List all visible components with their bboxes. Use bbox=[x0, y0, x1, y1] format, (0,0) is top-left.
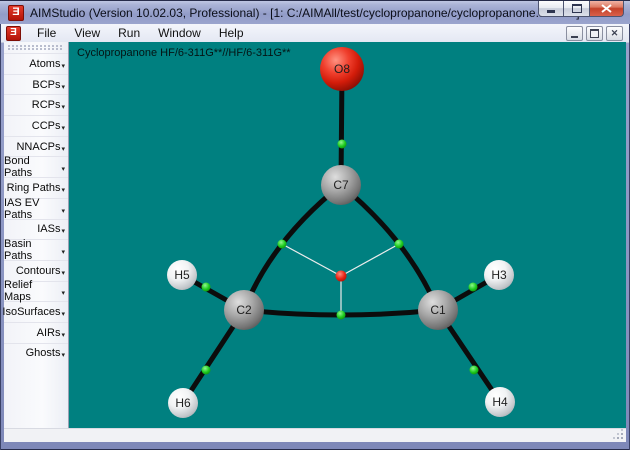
mdi-restore-button[interactable] bbox=[586, 26, 603, 41]
atom-label-O8: O8 bbox=[334, 62, 350, 76]
sidebar-item-label: BCPs bbox=[32, 79, 60, 91]
maximize-icon bbox=[572, 4, 582, 13]
sidebar-item-label: IASs bbox=[37, 223, 60, 235]
molecule-svg: O8 C7 C2 C1 H5 H3 H6 H4 bbox=[69, 42, 626, 428]
dropdown-arrow-icon: ▾ bbox=[61, 289, 65, 297]
menu-run[interactable]: Run bbox=[109, 24, 149, 42]
bond-critical-point[interactable] bbox=[469, 283, 478, 292]
atom-label-H3: H3 bbox=[491, 268, 507, 282]
sidebar-item-iass[interactable]: IASs▾ bbox=[4, 219, 68, 240]
sidebar-item-bcps[interactable]: BCPs▾ bbox=[4, 74, 68, 95]
sidebar-item-label: CCPs bbox=[32, 120, 61, 132]
bond-C7-C2[interactable] bbox=[244, 185, 341, 310]
sidebar-item-label: NNACPs bbox=[16, 141, 60, 153]
main-content: Atoms▾ BCPs▾ RCPs▾ CCPs▾ NNACPs▾ Bond Pa… bbox=[4, 42, 626, 428]
close-button[interactable] bbox=[589, 1, 624, 17]
viewport-caption: Cyclopropanone HF/6-311G**//HF/6-311G** bbox=[77, 47, 291, 59]
dropdown-arrow-icon: ▾ bbox=[61, 165, 65, 173]
app-logo-icon: Ǝ bbox=[8, 5, 24, 21]
dropdown-arrow-icon: ▾ bbox=[61, 227, 65, 235]
menu-view[interactable]: View bbox=[65, 24, 109, 42]
atom-label-H5: H5 bbox=[174, 268, 190, 282]
sidebar-item-airs[interactable]: AIRs▾ bbox=[4, 322, 68, 343]
ring-path bbox=[341, 244, 399, 276]
caption-buttons bbox=[538, 1, 624, 17]
sidebar-item-isosurfaces[interactable]: IsoSurfaces▾ bbox=[4, 301, 68, 322]
restore-icon bbox=[590, 29, 599, 38]
dropdown-arrow-icon: ▾ bbox=[61, 145, 65, 153]
sidebar-item-rcps[interactable]: RCPs▾ bbox=[4, 94, 68, 115]
bond-critical-point[interactable] bbox=[338, 140, 347, 149]
toolbar-gripper[interactable] bbox=[8, 45, 64, 50]
close-icon: ✕ bbox=[611, 29, 619, 38]
maximize-button[interactable] bbox=[564, 1, 589, 17]
minimize-icon bbox=[571, 36, 578, 38]
sidebar-item-label: AIRs bbox=[37, 327, 61, 339]
minimize-button[interactable] bbox=[538, 1, 564, 17]
ring-critical-point[interactable] bbox=[336, 271, 347, 282]
molecule-viewport[interactable]: Cyclopropanone HF/6-311G**//HF/6-311G** bbox=[69, 42, 626, 428]
sidebar: Atoms▾ BCPs▾ RCPs▾ CCPs▾ NNACPs▾ Bond Pa… bbox=[4, 42, 69, 428]
dropdown-arrow-icon: ▾ bbox=[61, 207, 65, 215]
atom-label-H4: H4 bbox=[492, 395, 508, 409]
status-bar bbox=[4, 428, 626, 442]
dropdown-arrow-icon: ▾ bbox=[61, 248, 65, 256]
close-icon bbox=[601, 4, 612, 13]
sidebar-item-label: Basin Paths bbox=[4, 238, 60, 262]
sidebar-item-label: Ring Paths bbox=[7, 182, 61, 194]
sidebar-item-label: Atoms bbox=[29, 58, 60, 70]
document-logo-icon[interactable]: Ǝ bbox=[6, 26, 21, 41]
sidebar-item-label: IsoSurfaces bbox=[2, 306, 60, 318]
dropdown-arrow-icon: ▾ bbox=[61, 62, 65, 70]
dropdown-arrow-icon: ▾ bbox=[61, 310, 65, 318]
bond-critical-point[interactable] bbox=[395, 240, 404, 249]
sidebar-item-ring-paths[interactable]: Ring Paths▾ bbox=[4, 177, 68, 198]
sidebar-item-label: RCPs bbox=[32, 99, 61, 111]
window-title: AIMStudio (Version 10.02.03, Professiona… bbox=[30, 6, 580, 20]
dropdown-arrow-icon: ▾ bbox=[61, 103, 65, 111]
mdi-window-controls: ✕ bbox=[566, 26, 623, 41]
bond-C7-C1[interactable] bbox=[341, 185, 438, 310]
sidebar-item-label: Bond Paths bbox=[4, 155, 60, 179]
menu-window[interactable]: Window bbox=[149, 24, 210, 42]
sidebar-item-basin-paths[interactable]: Basin Paths▾ bbox=[4, 239, 68, 260]
bond-critical-point[interactable] bbox=[278, 240, 287, 249]
dropdown-arrow-icon: ▾ bbox=[61, 186, 65, 194]
bond-critical-point[interactable] bbox=[202, 283, 211, 292]
aimstudio-window: Ǝ AIMStudio (Version 10.02.03, Professio… bbox=[0, 0, 630, 450]
sidebar-item-ias-ev-paths[interactable]: IAS EV Paths▾ bbox=[4, 198, 68, 219]
bond-critical-point[interactable] bbox=[470, 366, 479, 375]
sidebar-item-ccps[interactable]: CCPs▾ bbox=[4, 115, 68, 136]
dropdown-arrow-icon: ▾ bbox=[61, 331, 65, 339]
sidebar-item-label: IAS EV Paths bbox=[4, 197, 60, 221]
ring-path bbox=[282, 244, 341, 276]
sidebar-item-relief-maps[interactable]: Relief Maps▾ bbox=[4, 281, 68, 302]
sidebar-item-label: Ghosts bbox=[26, 347, 61, 359]
sidebar-item-label: Contours bbox=[16, 265, 61, 277]
sidebar-item-ghosts[interactable]: Ghosts▾ bbox=[4, 343, 68, 364]
menu-help[interactable]: Help bbox=[210, 24, 253, 42]
dropdown-arrow-icon: ▾ bbox=[61, 351, 65, 359]
sidebar-item-nnacps[interactable]: NNACPs▾ bbox=[4, 136, 68, 157]
sidebar-item-atoms[interactable]: Atoms▾ bbox=[4, 53, 68, 74]
dropdown-arrow-icon: ▾ bbox=[61, 269, 65, 277]
bond-critical-point[interactable] bbox=[337, 311, 346, 320]
dropdown-arrow-icon: ▾ bbox=[61, 124, 65, 132]
mdi-close-button[interactable]: ✕ bbox=[606, 26, 623, 41]
mdi-minimize-button[interactable] bbox=[566, 26, 583, 41]
bond-critical-point[interactable] bbox=[202, 366, 211, 375]
menu-file[interactable]: File bbox=[28, 24, 65, 42]
atom-label-C2: C2 bbox=[236, 303, 252, 317]
resize-grip[interactable] bbox=[614, 430, 624, 440]
dropdown-arrow-icon: ▾ bbox=[61, 83, 65, 91]
atom-label-C1: C1 bbox=[430, 303, 446, 317]
title-bar[interactable]: Ǝ AIMStudio (Version 10.02.03, Professio… bbox=[0, 0, 630, 24]
sidebar-item-label: Relief Maps bbox=[4, 279, 60, 303]
minimize-icon bbox=[547, 10, 555, 13]
sidebar-item-contours[interactable]: Contours▾ bbox=[4, 260, 68, 281]
menu-bar: Ǝ File View Run Window Help ✕ bbox=[1, 24, 629, 43]
sidebar-item-bond-paths[interactable]: Bond Paths▾ bbox=[4, 156, 68, 177]
atom-label-C7: C7 bbox=[333, 178, 349, 192]
atom-label-H6: H6 bbox=[175, 396, 191, 410]
